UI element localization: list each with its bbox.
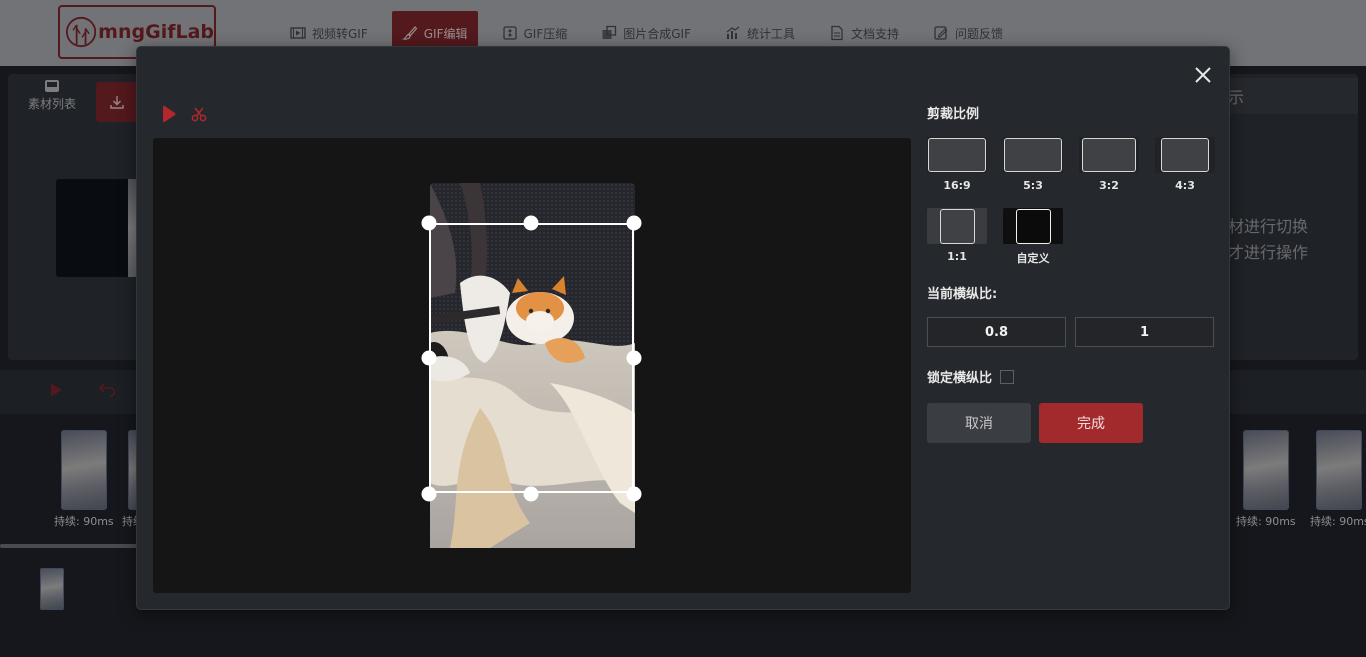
ratio-option-3-2[interactable]: 3:2 xyxy=(1079,137,1139,192)
lock-ratio-checkbox[interactable] xyxy=(1000,369,1015,384)
play-icon[interactable] xyxy=(161,105,177,123)
ratio-preview-box xyxy=(1004,138,1062,172)
current-ratio-title: 当前横纵比: xyxy=(927,287,998,302)
crop-handle-right[interactable] xyxy=(626,350,642,366)
cancel-button[interactable]: 取消 xyxy=(927,403,1031,443)
ratio-preview-box xyxy=(928,138,986,172)
ratio-width-input[interactable] xyxy=(927,317,1066,347)
crop-stage xyxy=(153,138,911,593)
crop-handle-bottom-right[interactable] xyxy=(626,486,642,502)
ratio-option-1-1[interactable]: 1:1 xyxy=(927,208,987,263)
crop-handle-top[interactable] xyxy=(523,215,539,231)
ratio-preview-box xyxy=(939,208,975,244)
ratio-option-custom[interactable]: 自定义 xyxy=(1003,208,1063,266)
lock-ratio-row: 锁定横纵比 xyxy=(927,367,1015,386)
ratio-option-16-9[interactable]: 16:9 xyxy=(927,137,987,192)
ratio-option-4-3[interactable]: 4:3 xyxy=(1155,137,1215,192)
scissors-icon[interactable] xyxy=(191,105,207,123)
crop-handle-bottom-left[interactable] xyxy=(421,486,437,502)
crop-settings-panel: 剪裁比例 16:9 5:3 3:2 4:3 1:1 自定义 当前横纵比: 0.8… xyxy=(927,47,1217,609)
ratio-preview-box xyxy=(1082,138,1136,172)
crop-selection-box[interactable] xyxy=(429,223,634,493)
lock-ratio-label: 锁定横纵比 xyxy=(927,371,993,386)
done-button[interactable]: 完成 xyxy=(1039,403,1143,443)
ratio-height-input[interactable] xyxy=(1075,317,1214,347)
crop-handle-bottom[interactable] xyxy=(523,486,539,502)
ratio-preview-box xyxy=(1015,208,1051,244)
crop-ratio-title: 剪裁比例 xyxy=(927,107,980,122)
crop-handle-left[interactable] xyxy=(421,350,437,366)
crop-handle-top-left[interactable] xyxy=(421,215,437,231)
preview-toolbar xyxy=(161,105,207,123)
ratio-preview-box xyxy=(1161,138,1209,172)
crop-dialog: 剪裁比例 16:9 5:3 3:2 4:3 1:1 自定义 当前横纵比: 0.8… xyxy=(136,46,1230,610)
crop-handle-top-right[interactable] xyxy=(626,215,642,231)
ratio-option-5-3[interactable]: 5:3 xyxy=(1003,137,1063,192)
